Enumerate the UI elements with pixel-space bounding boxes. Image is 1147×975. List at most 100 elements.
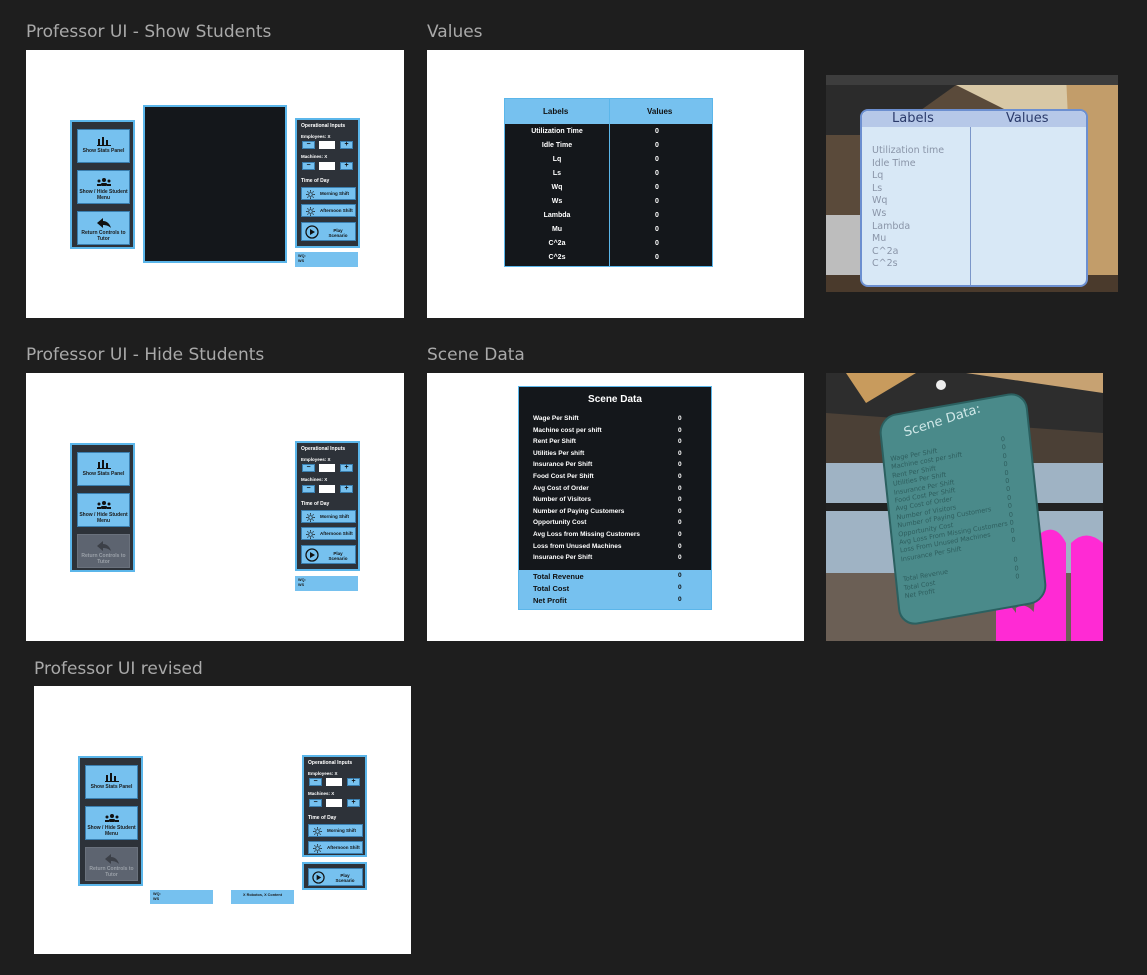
scene-row-label: Opportunity Cost xyxy=(533,519,587,527)
values-table: Labels Values Utilization Time 0 Idle Time… xyxy=(504,98,713,267)
show-stats-label: Show Stats Panel xyxy=(82,471,125,477)
afternoon-shift-label: Afternoon Shift xyxy=(327,845,360,850)
employees-label: Employees: X xyxy=(308,771,338,776)
values-row-label: Idle Time xyxy=(541,142,573,149)
labels-header: Labels xyxy=(543,107,569,116)
employees-increment-button[interactable]: + xyxy=(340,464,353,472)
scene-row-value: 0 xyxy=(678,496,682,504)
play-scenario-label: Play Scenario xyxy=(335,873,355,883)
sun-icon xyxy=(313,844,322,853)
machines-increment-button[interactable]: + xyxy=(340,162,353,170)
employees-decrement-button[interactable]: − xyxy=(309,778,322,786)
play-scenario-button[interactable]: Play Scenario xyxy=(301,222,356,241)
values-table-row: Wq 0 xyxy=(505,184,712,198)
vr-values-screenshot: Labels Values Utilization time Idle Time L… xyxy=(826,75,1118,292)
values-row-label: C^2s xyxy=(548,254,566,261)
operational-inputs-title: Operational Inputs xyxy=(301,446,346,452)
play-panel: Play Scenario xyxy=(302,862,367,890)
machines-input[interactable] xyxy=(319,485,335,493)
return-controls-label: Return Controls to Tutor xyxy=(81,553,126,565)
users-icon xyxy=(104,814,119,822)
scene-data-totals: Total Revenue 0 Total Cost 0 Net Profit 0 xyxy=(519,570,711,609)
machines-decrement-button[interactable]: − xyxy=(302,162,315,170)
play-scenario-button[interactable]: Play Scenario xyxy=(308,868,363,886)
machines-decrement-button[interactable]: − xyxy=(302,485,315,493)
morning-shift-label: Morning Shift xyxy=(320,514,349,519)
vr-values-row: Mu xyxy=(872,233,887,245)
employees-increment-button[interactable]: + xyxy=(340,141,353,149)
scene-data-row: Rent Per Shift 0 xyxy=(533,438,703,449)
show-stats-button[interactable]: Show Stats Panel xyxy=(85,765,138,799)
employees-increment-button[interactable]: + xyxy=(347,778,360,786)
scene-row-label: Number of Visitors xyxy=(533,496,592,504)
values-row-value: 0 xyxy=(655,240,659,247)
scene-total-row: Total Revenue 0 xyxy=(533,572,703,581)
morning-shift-button[interactable]: Morning Shift xyxy=(308,824,363,837)
morning-shift-button[interactable]: Morning Shift xyxy=(301,187,356,200)
show-stats-label: Show Stats Panel xyxy=(82,148,125,154)
values-row-label: Wq xyxy=(551,184,563,191)
return-controls-button[interactable]: Return Controls to Tutor xyxy=(85,847,138,881)
show-stats-label: Show Stats Panel xyxy=(90,784,133,790)
student-menu-label: Show / Hide Student Menu xyxy=(79,189,128,201)
scene-row-label: Avg Loss from Missing Customers xyxy=(533,531,641,538)
ws-label: WS xyxy=(298,258,305,263)
control-panel: Show Stats Panel Show / Hide Student Men… xyxy=(70,443,135,572)
employees-label: Employees: X xyxy=(301,134,331,139)
morning-shift-button[interactable]: Morning Shift xyxy=(301,510,356,523)
afternoon-shift-label: Afternoon Shift xyxy=(320,208,353,213)
scene-row-value: 0 xyxy=(678,449,682,457)
bar-chart-icon xyxy=(96,460,111,469)
employees-input[interactable] xyxy=(319,141,335,149)
vr-scene-data-screenshot: Scene Data: Wage Per Shift 0 Machine cost … xyxy=(826,373,1103,641)
operational-inputs-title: Operational Inputs xyxy=(308,760,353,766)
values-row-label: Utilization Time xyxy=(531,128,583,135)
scene-row-value: 0 xyxy=(678,554,682,562)
show-stats-button[interactable]: Show Stats Panel xyxy=(77,452,130,486)
show-stats-button[interactable]: Show Stats Panel xyxy=(77,129,130,163)
return-controls-label: Return Controls to Tutor xyxy=(89,866,134,878)
student-menu-button[interactable]: Show / Hide Student Menu xyxy=(85,806,138,840)
values-row-label: C^2a xyxy=(548,240,566,247)
reply-arrow-icon xyxy=(96,218,111,228)
machines-input[interactable] xyxy=(326,799,342,807)
scene-row-label: Rent Per Shift xyxy=(533,438,576,446)
afternoon-shift-button[interactable]: Afternoon Shift xyxy=(301,527,356,540)
scene-data-title: Scene Data xyxy=(588,394,642,405)
vr-values-row: Idle Time xyxy=(872,157,916,169)
employees-input[interactable] xyxy=(319,464,335,472)
scene-total-label: Total Cost xyxy=(533,584,570,593)
machines-input[interactable] xyxy=(319,162,335,170)
student-menu-button[interactable]: Show / Hide Student Menu xyxy=(77,493,130,527)
employees-decrement-button[interactable]: − xyxy=(302,141,315,149)
employees-input[interactable] xyxy=(326,778,342,786)
scene-row-value: 0 xyxy=(678,519,682,527)
afternoon-shift-button[interactable]: Afternoon Shift xyxy=(308,841,363,854)
scene-data-row: Insurance Per Shift 0 xyxy=(533,554,703,565)
machines-label: Machines: X xyxy=(301,154,328,159)
values-row-label: Lq xyxy=(552,156,562,163)
scene-row-value: 0 xyxy=(678,507,682,515)
play-scenario-label: Play Scenario xyxy=(328,551,348,561)
machines-increment-button[interactable]: + xyxy=(347,799,360,807)
return-controls-button[interactable]: Return Controls to Tutor xyxy=(77,211,130,245)
machines-decrement-button[interactable]: − xyxy=(309,799,322,807)
scene-row-value: 0 xyxy=(678,426,682,434)
employees-decrement-button[interactable]: − xyxy=(302,464,315,472)
time-of-day-label: Time of Day xyxy=(301,178,330,184)
ws-label: WS xyxy=(153,896,160,901)
machines-increment-button[interactable]: + xyxy=(340,485,353,493)
values-row-value: 0 xyxy=(655,198,659,205)
vr-scene-value: 0 xyxy=(1014,572,1020,581)
scene-row-label: Loss from Unused Machines xyxy=(533,542,622,550)
return-controls-button[interactable]: Return Controls to Tutor xyxy=(77,534,130,568)
vr-values-row: Ws xyxy=(872,208,887,219)
scene-row-label: Insurance Per Shift xyxy=(533,554,593,562)
sun-icon xyxy=(313,827,322,836)
values-row-value: 0 xyxy=(655,226,659,233)
play-scenario-button[interactable]: Play Scenario xyxy=(301,545,356,564)
student-menu-button[interactable]: Show / Hide Student Menu xyxy=(77,170,130,204)
frame-title-show-students: Professor UI - Show Students xyxy=(26,22,272,42)
afternoon-shift-button[interactable]: Afternoon Shift xyxy=(301,204,356,217)
scene-data-row: Avg Cost of Order 0 xyxy=(533,485,703,496)
